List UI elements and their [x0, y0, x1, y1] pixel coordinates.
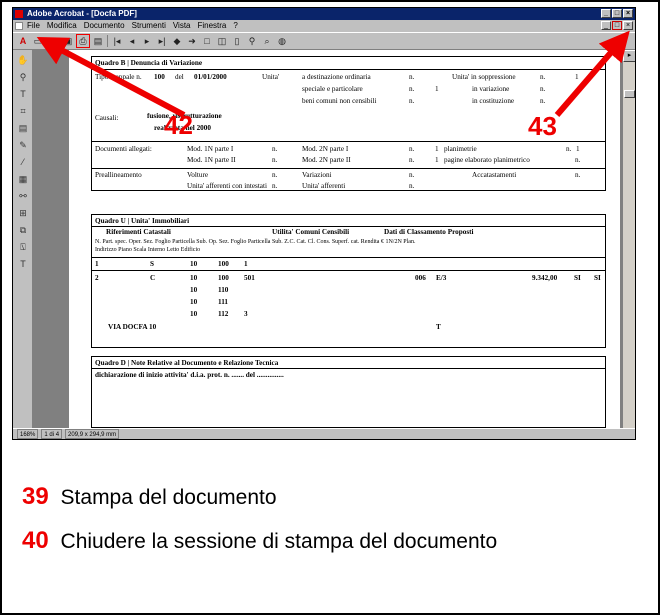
caption-39: 39 Stampa del documento: [22, 483, 277, 511]
annotation-43: 43: [528, 111, 557, 141]
page-frame: Adobe Acrobat - [Docfa PDF] _ □ × File M…: [0, 0, 660, 615]
annotation-arrows: [36, 30, 630, 118]
caption-39-text: Stampa del documento: [60, 486, 277, 509]
arrow-43: [554, 30, 630, 117]
caption-40: 40 Chiudere la sessione di stampa del do…: [22, 527, 497, 555]
annotation-42: 42: [164, 110, 193, 140]
caption-40-text: Chiudere la sessione di stampa del docum…: [60, 530, 498, 553]
caption-39-number: 39: [22, 483, 49, 510]
arrow-42: [36, 36, 186, 118]
caption-40-number: 40: [22, 527, 49, 554]
